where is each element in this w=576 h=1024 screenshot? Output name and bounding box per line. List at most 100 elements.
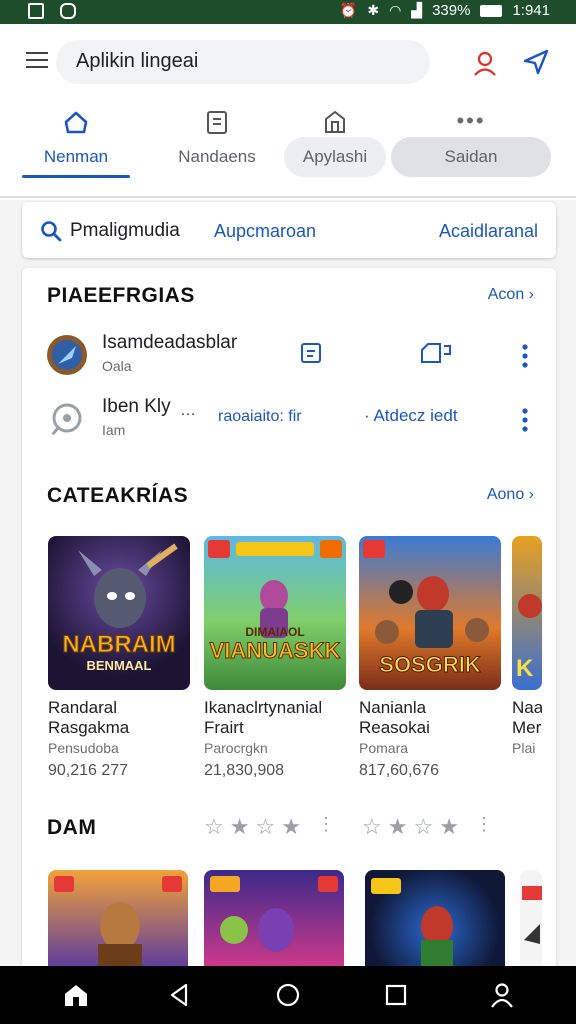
app-tile[interactable]: SOSGRIK Nanianla Reasokai Pomara 817,60,…	[359, 536, 501, 780]
app-name-line2: Rasgakma	[48, 718, 130, 737]
clipboard-icon	[207, 111, 227, 134]
app-thumbnail[interactable]	[48, 870, 188, 970]
dam-section-title: DAM	[47, 816, 97, 839]
system-nav-bar	[0, 966, 576, 1024]
app-thumbnail[interactable]	[204, 870, 344, 970]
game-art-image	[54, 876, 182, 970]
more-vert-icon[interactable]: ⋮	[317, 814, 335, 840]
wifi-icon: ◠	[389, 2, 402, 18]
recent-see-all-link[interactable]: Acon ›	[488, 286, 534, 304]
app-thumbnail[interactable]	[365, 870, 505, 970]
chat-notification-icon	[60, 3, 76, 19]
app-developer: Parocrgkn	[204, 740, 268, 756]
more-vert-icon[interactable]	[520, 342, 530, 370]
more-vert-icon[interactable]	[520, 406, 530, 434]
app-developer: Pomara	[359, 740, 409, 756]
search-card-action[interactable]: Acaidlaranal	[439, 221, 538, 242]
list-item-action[interactable]: · Atdecz iedt	[364, 406, 458, 426]
tab-bar: Nenman Nandaens Apylashi ••• Saidan	[0, 100, 576, 198]
tab-more[interactable]: ••• Saidan	[391, 100, 551, 196]
app-avatar-icon	[47, 335, 87, 375]
search-input[interactable]	[76, 50, 406, 73]
hamburger-menu-icon[interactable]	[26, 52, 48, 68]
app-thumbnail[interactable]	[520, 870, 542, 970]
see-all-label: Aono	[486, 486, 525, 503]
app-developer: Plai	[512, 740, 536, 756]
tab-label: Apylashi	[302, 147, 368, 166]
list-item-subtitle: Iam	[102, 422, 126, 438]
rating-stars[interactable]: ☆ ★ ☆ ★ ⋮	[204, 814, 335, 840]
star-icon: ☆	[362, 814, 382, 839]
app-bar	[0, 24, 576, 100]
app-name: Nanianla	[359, 698, 427, 717]
app-name: Randaral	[48, 698, 117, 717]
app-name-line2: Mer	[512, 718, 542, 737]
home-icon	[64, 111, 88, 134]
star-icon: ★	[281, 814, 301, 839]
clock: 1:941	[512, 2, 550, 19]
game-art-title: SOSGRIK	[379, 652, 481, 677]
battery-icon	[480, 4, 503, 17]
list-item-link[interactable]: raoaiaito: fir	[218, 408, 302, 426]
game-art-image: SOSGRIK	[363, 540, 489, 678]
app-thumbnail: NABRAIM BENMAAL	[48, 536, 190, 690]
alarm-icon: ⏰	[339, 2, 358, 18]
search-history-icon	[50, 403, 82, 436]
app-tile[interactable]: K Naa Mer Plai	[512, 536, 542, 756]
search-icon	[41, 221, 62, 242]
ellipsis: …	[180, 402, 196, 419]
game-art-image: K	[516, 594, 542, 682]
app-thumbnail: K	[512, 536, 542, 690]
game-art-title: K	[516, 655, 534, 682]
game-art-subtitle: BENMAAL	[87, 658, 152, 673]
profile-nav-icon[interactable]	[488, 981, 516, 1009]
app-name-line2: Reasokai	[359, 718, 430, 737]
see-all-label: Acon	[487, 286, 525, 303]
gallery-notification-icon	[28, 3, 44, 19]
tab-home[interactable]: Nenman	[22, 100, 130, 196]
rating-stars[interactable]: ☆ ★ ☆ ★ ⋮	[362, 814, 493, 840]
install-icon[interactable]	[420, 342, 452, 364]
recents-nav-icon[interactable]	[382, 981, 410, 1009]
star-icon: ☆	[255, 814, 276, 839]
more-vert-icon[interactable]: ⋮	[475, 814, 493, 840]
bluetooth-icon: ✱	[367, 2, 380, 18]
note-icon[interactable]	[300, 342, 322, 364]
star-icon: ★	[229, 814, 250, 839]
app-name-line2: Frairt	[204, 718, 244, 737]
game-art-image	[522, 886, 542, 944]
app-name: Naa	[512, 698, 542, 717]
search-card-link[interactable]: Aupcmaroan	[214, 221, 316, 242]
search-card-title: Pmaligmudia	[70, 220, 180, 241]
app-download-count: 21,830,908	[204, 762, 285, 779]
signal-icon: ▟	[411, 2, 423, 18]
game-art-image: VIANUASKK DIMAIAOL	[208, 540, 342, 664]
app-tile[interactable]: NABRAIM BENMAAL Randaral Rasgakma Pensud…	[48, 536, 190, 780]
list-item[interactable]: Iben Kly … Iam raoaiaito: fir · Atdecz i…	[22, 390, 556, 450]
app-developer: Pensudoba	[48, 740, 119, 756]
game-art-title: VIANUASKK	[210, 638, 341, 663]
home-circle-nav-icon[interactable]	[274, 981, 302, 1009]
app-name: Ikanaclrtynanial	[204, 698, 323, 717]
game-art-image	[371, 878, 453, 970]
search-bar[interactable]	[56, 40, 430, 84]
tab-label: Nandaens	[178, 147, 256, 166]
tab-label: Nenman	[43, 147, 109, 166]
list-item-title: Iben Kly	[102, 396, 171, 417]
send-icon[interactable]	[522, 48, 550, 76]
game-art-image	[210, 876, 338, 952]
tab-nandaens[interactable]: Nandaens	[160, 100, 274, 196]
tab-apps[interactable]: Apylashi	[284, 100, 386, 196]
list-item-subtitle: Oala	[102, 358, 132, 374]
star-icon: ☆	[413, 814, 434, 839]
app-tile[interactable]: VIANUASKK DIMAIAOL Ikanaclrtynanial Frai…	[204, 536, 346, 780]
back-nav-icon[interactable]	[166, 981, 194, 1009]
categories-see-all-link[interactable]: Aono ›	[487, 486, 534, 504]
battery-percent: 339%	[432, 2, 471, 19]
home-nav-icon[interactable]	[62, 981, 90, 1009]
app-thumbnail: VIANUASKK DIMAIAOL	[204, 536, 346, 690]
recent-section-title: PIAEEFRGIAS	[47, 284, 195, 307]
list-item[interactable]: Isamdeadasblar Oala	[22, 326, 556, 386]
account-icon[interactable]	[472, 50, 498, 76]
search-card[interactable]: Pmaligmudia Aupcmaroan Acaidlaranal	[22, 202, 556, 258]
